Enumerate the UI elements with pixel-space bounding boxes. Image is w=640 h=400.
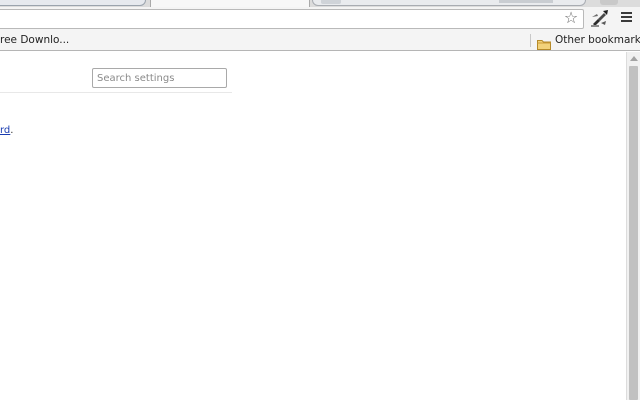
settings-link-trailing: .	[10, 125, 14, 136]
other-bookmarks-button[interactable]: Other bookmarks	[537, 32, 640, 50]
extension-icon-graphic	[591, 10, 608, 27]
bookmarks-divider	[530, 34, 531, 47]
browser-toolbar: ☆	[0, 7, 640, 30]
address-bar[interactable]	[0, 9, 584, 29]
settings-text-fragment: rd.	[0, 124, 13, 137]
tab-inactive-left[interactable]	[0, 0, 146, 6]
menu-icon[interactable]	[619, 11, 633, 25]
menu-icon-bar	[621, 12, 632, 14]
tab-favicon-fragment	[321, 0, 341, 4]
settings-link[interactable]: rd	[0, 125, 10, 136]
scrollbar-thumb[interactable]	[629, 66, 638, 400]
menu-icon-bar	[621, 20, 632, 22]
menu-icon-bar	[621, 16, 632, 18]
bookmarks-bar: ree Downlo... Other bookmarks	[0, 30, 640, 51]
browser-window: ☆ ree Downlo... Other bookmarks Search s…	[0, 0, 640, 400]
tab-title-fragment-right	[499, 0, 553, 3]
other-bookmarks-label: Other bookmarks	[555, 34, 640, 46]
settings-page: rd.	[0, 52, 626, 400]
page-scrollbar[interactable]	[626, 52, 640, 400]
tab-inactive-right[interactable]	[312, 0, 586, 6]
star-icon[interactable]: ☆	[561, 9, 581, 27]
bookmark-item[interactable]: ree Downlo...	[0, 33, 69, 47]
header-divider	[0, 92, 232, 93]
search-settings-input[interactable]	[92, 68, 227, 88]
scroll-up-arrow-icon[interactable]	[630, 56, 638, 61]
window-control-fragment[interactable]	[600, 0, 618, 5]
tab-strip	[0, 0, 640, 7]
folder-icon	[537, 35, 551, 50]
tab-active[interactable]	[150, 0, 310, 7]
extension-icon[interactable]	[589, 8, 611, 29]
